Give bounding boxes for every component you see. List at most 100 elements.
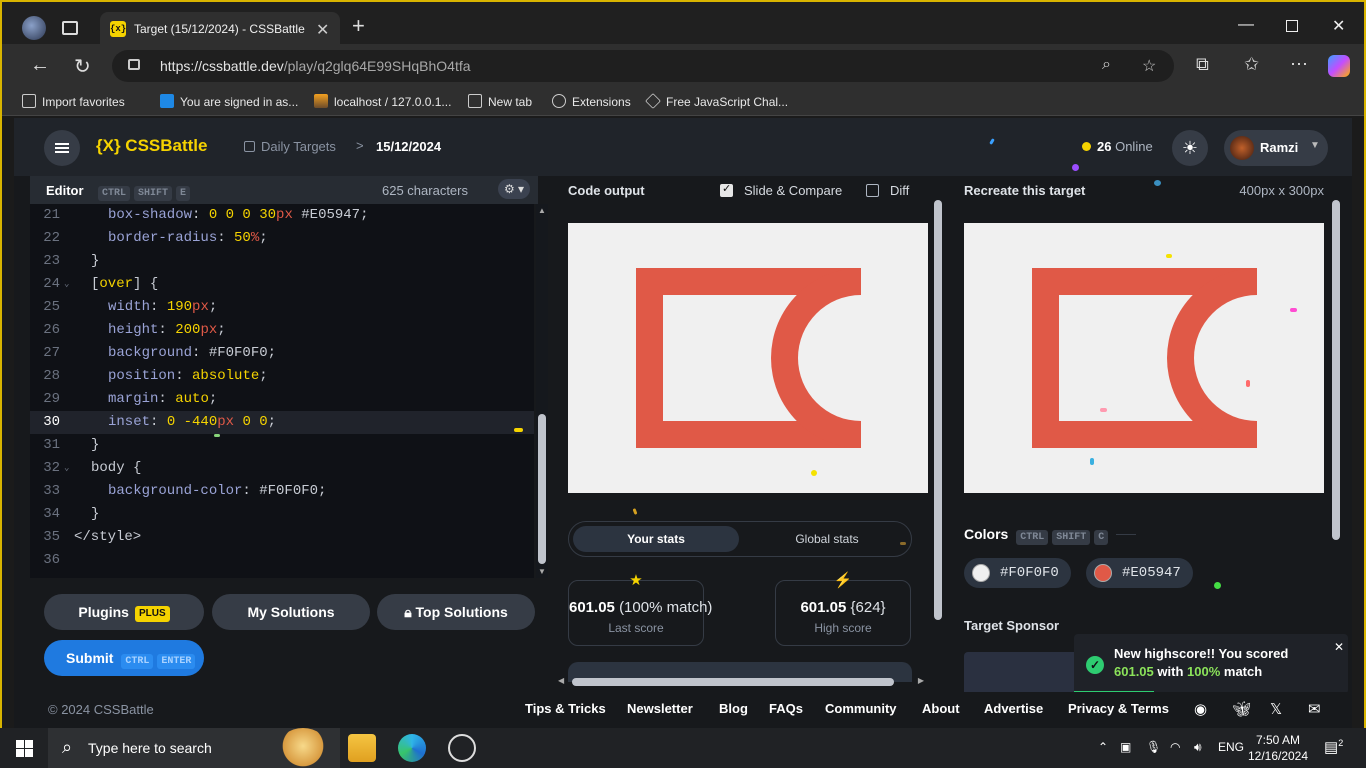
my-solutions-button[interactable]: My Solutions	[212, 594, 370, 630]
footer-link-about[interactable]: About	[922, 701, 960, 716]
more-menu-icon[interactable]: ⋯	[1290, 54, 1308, 75]
code-line[interactable]: 25 width: 190px;	[30, 296, 534, 319]
top-solutions-button[interactable]: 🔒︎ Top Solutions	[377, 594, 535, 630]
fold-chevron-icon[interactable]: ⌄	[64, 457, 69, 480]
wifi-icon[interactable]: ◠	[1170, 740, 1180, 754]
tab-your-stats[interactable]: Your stats	[573, 526, 739, 552]
horizontal-scrollbar-thumb[interactable]	[572, 678, 894, 686]
volume-icon[interactable]: 🔊︎	[1194, 740, 1202, 755]
copilot-icon[interactable]	[1328, 55, 1350, 77]
bookmark-signed-in[interactable]: You are signed in as...	[160, 94, 298, 109]
bookmark-extensions[interactable]: Extensions	[552, 94, 631, 109]
code-line[interactable]: 27 background: #F0F0F0;	[30, 342, 534, 365]
output-scrollbar[interactable]	[932, 180, 944, 670]
url-field[interactable]: https://cssbattle.dev/play/q2glq64E99SHq…	[112, 50, 1174, 82]
favorites-icon[interactable]: ✩	[1244, 54, 1259, 75]
editor-settings-button[interactable]: ⚙ ▾	[498, 179, 530, 199]
tab-global-stats[interactable]: Global stats	[745, 526, 909, 552]
taskbar-search[interactable]: ⌕ Type here to search	[48, 728, 340, 768]
back-icon[interactable]: ←	[30, 54, 50, 77]
windows-start-icon[interactable]	[16, 740, 33, 757]
bookmark-import-favorites[interactable]: Import favorites	[22, 94, 125, 109]
footer-link-tips[interactable]: Tips & Tricks	[525, 701, 606, 716]
footer-link-advertise[interactable]: Advertise	[984, 701, 1043, 716]
clock[interactable]: 7:50 AM 12/16/2024	[1246, 732, 1310, 764]
language-indicator[interactable]: ENG	[1218, 740, 1244, 754]
user-menu-button[interactable]: Ramzi ▼	[1224, 130, 1328, 166]
target-scrollbar[interactable]	[1330, 180, 1342, 670]
lock-icon[interactable]	[128, 59, 140, 70]
output-horizontal-scrollbar[interactable]: ◀ ▶	[558, 676, 924, 688]
breadcrumb-daily-targets[interactable]: Daily Targets	[244, 139, 336, 154]
zoom-icon[interactable]: ⌕	[1102, 56, 1111, 74]
close-tab-icon[interactable]: ✕	[316, 20, 329, 40]
footer-link-faqs[interactable]: FAQs	[769, 701, 803, 716]
color-swatch-e05947[interactable]: #E05947	[1086, 558, 1193, 588]
code-line[interactable]: 22 border-radius: 50%;	[30, 227, 534, 250]
close-toast-icon[interactable]: ✕	[1334, 640, 1344, 654]
tab-actions-icon[interactable]	[62, 21, 78, 35]
footer-link-community[interactable]: Community	[825, 701, 897, 716]
code-editor[interactable]: 21 box-shadow: 0 0 0 30px #E05947; 22 borde…	[30, 204, 534, 578]
tray-chevron-icon[interactable]: ⌃	[1098, 740, 1108, 754]
footer-link-privacy[interactable]: Privacy & Terms	[1068, 701, 1169, 716]
file-explorer-icon[interactable]	[348, 734, 376, 762]
refresh-icon[interactable]: ↻	[74, 54, 91, 79]
code-line[interactable]: 28 position: absolute;	[30, 365, 534, 388]
code-line[interactable]: 26 height: 200px;	[30, 319, 534, 342]
code-line[interactable]: 36	[30, 549, 534, 572]
app-icon[interactable]	[448, 734, 476, 762]
edge-icon[interactable]	[398, 734, 426, 762]
target-canvas[interactable]	[964, 223, 1324, 493]
scroll-down-icon[interactable]: ▼	[538, 567, 546, 576]
menu-button[interactable]	[44, 130, 80, 166]
code-line[interactable]: 31}	[30, 434, 534, 457]
code-line[interactable]: 21 box-shadow: 0 0 0 30px #E05947;	[30, 204, 534, 227]
favorite-star-icon[interactable]: ☆	[1142, 56, 1156, 76]
bookmark-javascript[interactable]: Free JavaScript Chal...	[645, 93, 788, 109]
bluesky-icon[interactable]: 🦋︎	[1232, 700, 1251, 718]
diff-label[interactable]: Diff	[890, 183, 909, 198]
bookmark-new-tab[interactable]: New tab	[468, 94, 532, 109]
code-line[interactable]: 23}	[30, 250, 534, 273]
maximize-icon[interactable]	[1286, 20, 1298, 32]
mail-icon[interactable]: ✉	[1308, 700, 1321, 718]
minimize-icon[interactable]: —	[1238, 16, 1254, 34]
target-scrollbar-thumb[interactable]	[1332, 200, 1340, 540]
code-line[interactable]: 29 margin: auto;	[30, 388, 534, 411]
theme-toggle-button[interactable]: ☀	[1172, 130, 1208, 166]
fold-chevron-icon[interactable]: ⌄	[64, 273, 69, 296]
submit-button[interactable]: Submit CTRL ENTER	[44, 640, 204, 676]
color-swatch-f0f0f0[interactable]: #F0F0F0	[964, 558, 1071, 588]
profile-avatar-icon[interactable]	[22, 16, 46, 40]
diff-checkbox[interactable]	[866, 184, 879, 197]
code-output-canvas[interactable]	[568, 223, 928, 493]
scroll-up-icon[interactable]: ▲	[538, 206, 546, 215]
code-line[interactable]: 30 inset: 0 -440px 0 0;	[30, 411, 534, 434]
footer-link-newsletter[interactable]: Newsletter	[627, 701, 693, 716]
bookmark-localhost[interactable]: localhost / 127.0.0.1...	[314, 94, 451, 109]
code-line[interactable]: 33 background-color: #F0F0F0;	[30, 480, 534, 503]
extensions-puzzle-icon[interactable]: ⧉	[1196, 54, 1209, 75]
new-tab-icon[interactable]: +	[352, 15, 365, 37]
output-scrollbar-thumb[interactable]	[934, 200, 942, 620]
code-line[interactable]: 32 ⌄ body {	[30, 457, 534, 480]
plugins-button[interactable]: Plugins PLUS	[44, 594, 204, 630]
slide-compare-checkbox[interactable]	[720, 182, 733, 197]
code-line[interactable]: 35 </style>	[30, 526, 534, 549]
slide-compare-label[interactable]: Slide & Compare	[744, 183, 842, 198]
editor-scrollbar-thumb[interactable]	[538, 414, 546, 564]
sponsor-image[interactable]	[964, 652, 1084, 692]
microphone-icon[interactable]: 🎙︎	[1146, 740, 1161, 754]
notifications-icon[interactable]: ▤2	[1324, 738, 1343, 756]
close-window-icon[interactable]: ✕	[1332, 16, 1345, 36]
scroll-left-icon[interactable]: ◀	[558, 676, 564, 685]
x-icon[interactable]: 𝕏	[1270, 700, 1282, 718]
code-line[interactable]: 24 ⌄ [over] {	[30, 273, 534, 296]
tray-app-icon[interactable]: ▣	[1120, 740, 1131, 754]
editor-scrollbar[interactable]: ▲ ▼	[536, 204, 548, 578]
scroll-right-icon[interactable]: ▶	[918, 676, 924, 685]
cssbattle-logo[interactable]: {X} CSSBattle	[96, 136, 207, 156]
discord-icon[interactable]: ◉	[1194, 700, 1207, 718]
browser-tab[interactable]: {x} Target (15/12/2024) - CSSBattle ✕	[100, 12, 340, 46]
